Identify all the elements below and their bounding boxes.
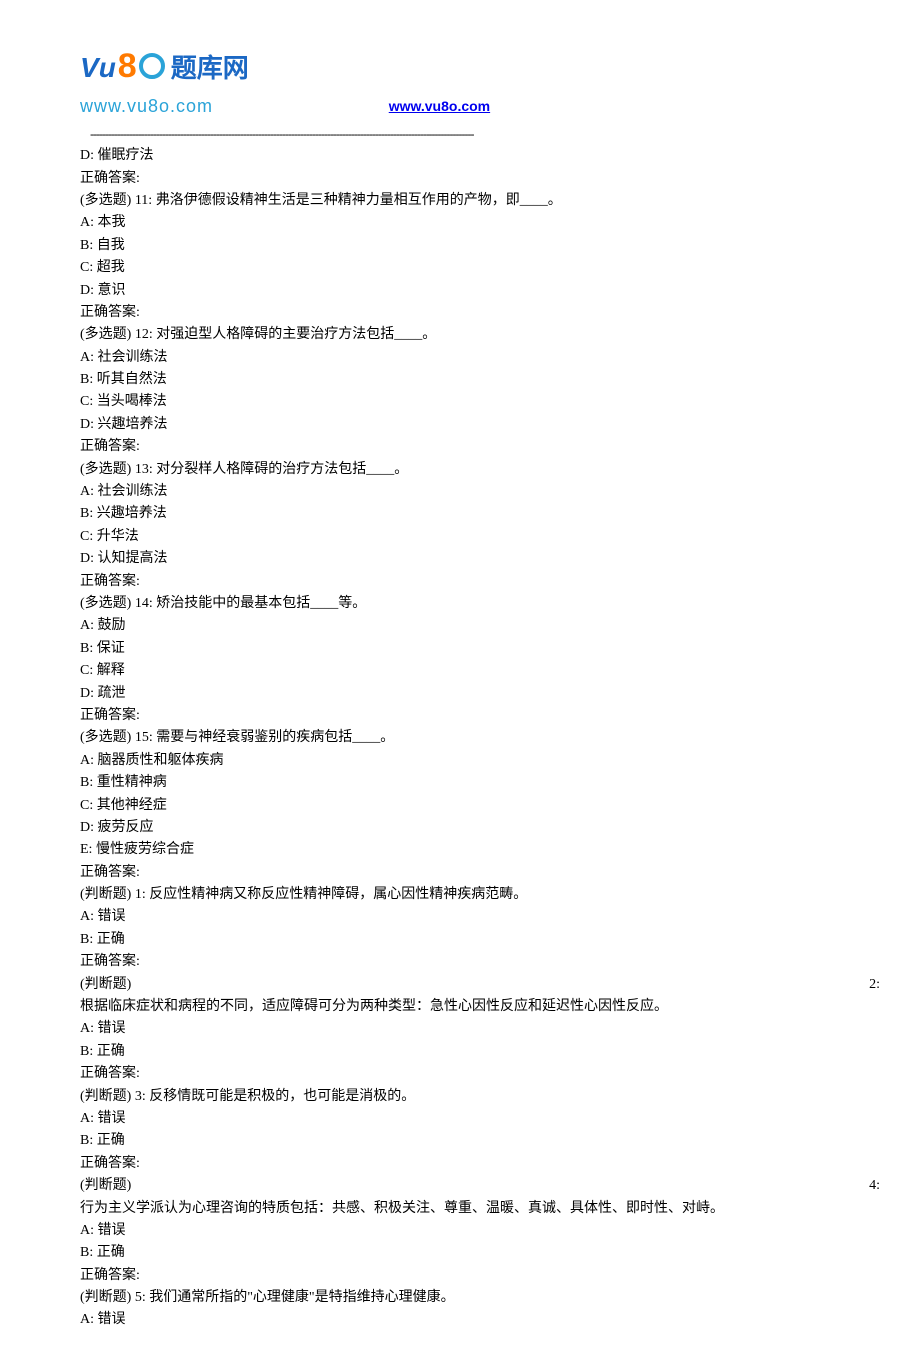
question-line: (判断题) 4: — [80, 1175, 880, 1197]
text-line: B: 正确 — [80, 1130, 880, 1152]
text-line: B: 兴趣培养法 — [80, 503, 880, 525]
question-number: 4: — [869, 1175, 880, 1197]
text-line: 正确答案: — [80, 1265, 880, 1287]
text-line: D: 疏泄 — [80, 683, 880, 705]
text-line: (判断题) 5: 我们通常所指的"心理健康"是特指维持心理健康。 — [80, 1287, 880, 1309]
logo-graphic: V u 8 题库网 — [80, 40, 249, 93]
text-line: E: 慢性疲劳综合症 — [80, 839, 880, 861]
header-link-wrap: www.vu8o.com — [389, 96, 490, 119]
logo-circle-icon — [139, 53, 165, 79]
document-page: V u 8 题库网 www.vu8o.com www.vu8o.com ----… — [0, 0, 920, 1372]
text-line: D: 意识 — [80, 280, 880, 302]
text-line: D: 催眠疗法 — [80, 145, 880, 167]
question-text: 行为主义学派认为心理咨询的特质包括：共感、积极关注、尊重、温暖、真诚、具体性、即… — [80, 1198, 880, 1220]
text-line: D: 认知提高法 — [80, 548, 880, 570]
text-line: 正确答案: — [80, 862, 880, 884]
text-line: C: 当头喝棒法 — [80, 391, 880, 413]
text-line: (多选题) 15: 需要与神经衰弱鉴别的疾病包括____。 — [80, 727, 880, 749]
header-divider: ----------------------------------------… — [80, 125, 880, 144]
text-line: (多选题) 12: 对强迫型人格障碍的主要治疗方法包括____。 — [80, 324, 880, 346]
question-prefix: (判断题) — [80, 977, 131, 992]
text-line: B: 自我 — [80, 235, 880, 257]
text-line: B: 正确 — [80, 1242, 880, 1264]
text-line: C: 超我 — [80, 257, 880, 279]
question-line: (判断题) 2: — [80, 974, 880, 996]
logo-chinese-text: 题库网 — [171, 48, 249, 88]
text-line: 正确答案: — [80, 1153, 880, 1175]
question-prefix: (判断题) — [80, 1178, 131, 1193]
logo-number-8: 8 — [118, 40, 137, 93]
question-number: 2: — [869, 974, 880, 996]
logo-letter-u: u — [99, 46, 116, 89]
text-line: (多选题) 14: 矫治技能中的最基本包括____等。 — [80, 593, 880, 615]
text-line: A: 本我 — [80, 212, 880, 234]
text-line: 正确答案: — [80, 951, 880, 973]
text-line: (多选题) 11: 弗洛伊德假设精神生活是三种精神力量相互作用的产物，即____… — [80, 190, 880, 212]
site-logo: V u 8 题库网 www.vu8o.com — [80, 40, 249, 121]
text-line: A: 错误 — [80, 1309, 880, 1331]
text-line: A: 错误 — [80, 1220, 880, 1242]
text-line: B: 听其自然法 — [80, 369, 880, 391]
logo-letter-v: V — [80, 46, 99, 89]
text-line: A: 错误 — [80, 1018, 880, 1040]
text-line: A: 错误 — [80, 1108, 880, 1130]
text-line: C: 解释 — [80, 660, 880, 682]
site-link[interactable]: www.vu8o.com — [389, 98, 490, 114]
text-line: 正确答案: — [80, 705, 880, 727]
text-line: 正确答案: — [80, 571, 880, 593]
text-line: A: 错误 — [80, 906, 880, 928]
text-line: D: 兴趣培养法 — [80, 414, 880, 436]
question-text: 根据临床症状和病程的不同，适应障碍可分为两种类型：急性心因性反应和延迟性心因性反… — [80, 996, 880, 1018]
text-line: B: 保证 — [80, 638, 880, 660]
text-line: (判断题) 1: 反应性精神病又称反应性精神障碍，属心因性精神疾病范畴。 — [80, 884, 880, 906]
text-line: B: 重性精神病 — [80, 772, 880, 794]
text-line: 正确答案: — [80, 168, 880, 190]
text-line: 正确答案: — [80, 1063, 880, 1085]
text-line: D: 疲劳反应 — [80, 817, 880, 839]
text-line: 正确答案: — [80, 436, 880, 458]
text-line: C: 升华法 — [80, 526, 880, 548]
text-line: A: 鼓励 — [80, 615, 880, 637]
text-line: A: 脑器质性和躯体疾病 — [80, 750, 880, 772]
text-line: 正确答案: — [80, 302, 880, 324]
logo-url-text: www.vu8o.com — [80, 93, 249, 121]
text-line: C: 其他神经症 — [80, 795, 880, 817]
text-line: A: 社会训练法 — [80, 347, 880, 369]
text-line: (判断题) 3: 反移情既可能是积极的，也可能是消极的。 — [80, 1086, 880, 1108]
text-line: (多选题) 13: 对分裂样人格障碍的治疗方法包括____。 — [80, 459, 880, 481]
document-content: D: 催眠疗法正确答案:(多选题) 11: 弗洛伊德假设精神生活是三种精神力量相… — [80, 145, 880, 1332]
page-header: V u 8 题库网 www.vu8o.com www.vu8o.com — [80, 40, 880, 121]
text-line: B: 正确 — [80, 1041, 880, 1063]
text-line: B: 正确 — [80, 929, 880, 951]
text-line: A: 社会训练法 — [80, 481, 880, 503]
